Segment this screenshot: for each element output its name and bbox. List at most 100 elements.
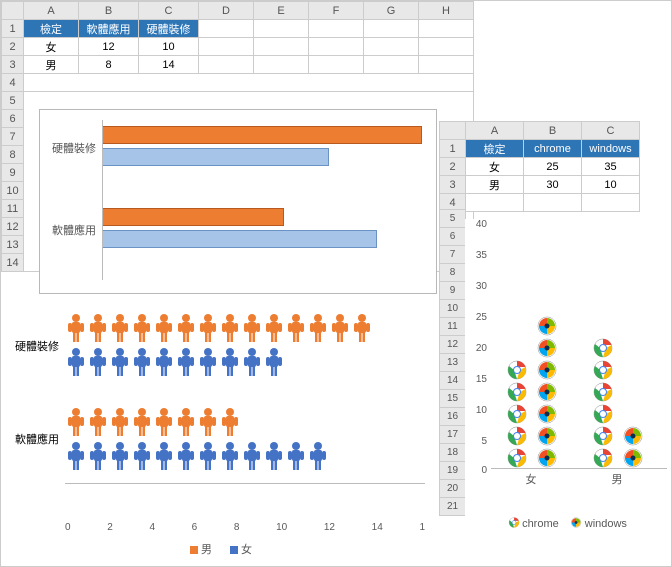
col-header[interactable]: A — [466, 122, 524, 140]
row-header[interactable]: 2 — [440, 158, 466, 176]
row-header[interactable]: 20 — [440, 480, 466, 498]
row-header[interactable]: 5 — [2, 92, 24, 110]
cell[interactable]: 10 — [139, 38, 199, 56]
cell[interactable] — [199, 38, 254, 56]
cell[interactable]: 10 — [582, 176, 640, 194]
row-header[interactable]: 6 — [2, 110, 24, 128]
cell[interactable]: 14 — [139, 56, 199, 74]
cell[interactable] — [309, 38, 364, 56]
row-header[interactable]: 7 — [2, 128, 24, 146]
cell[interactable]: 25 — [524, 158, 582, 176]
x-axis: 0 2 4 6 8 10 12 14 1 — [65, 522, 425, 533]
row-header[interactable]: 17 — [440, 426, 466, 444]
cell[interactable] — [199, 56, 254, 74]
bar-male — [102, 208, 284, 226]
cell[interactable] — [254, 20, 309, 38]
icon-column-chart[interactable]: 40 35 30 25 20 15 10 5 0 女 男 chrome wind… — [465, 219, 670, 539]
row-header[interactable]: 7 — [440, 246, 466, 264]
cell[interactable]: 女 — [24, 38, 79, 56]
tick: 20 — [476, 343, 487, 354]
pictogram-chart[interactable]: 硬體裝修 軟體應用 0 2 4 6 8 10 12 14 1 男 女 — [5, 303, 437, 563]
cell[interactable] — [199, 20, 254, 38]
cell[interactable]: 8 — [79, 56, 139, 74]
cell[interactable] — [582, 194, 640, 212]
row-header[interactable]: 1 — [2, 20, 24, 38]
bar-male — [102, 126, 422, 144]
col-header[interactable]: C — [582, 122, 640, 140]
col-header[interactable]: G — [364, 2, 419, 20]
row-header[interactable]: 13 — [440, 354, 466, 372]
cell[interactable]: 12 — [79, 38, 139, 56]
cell[interactable]: 男 — [466, 176, 524, 194]
col-header[interactable]: B — [524, 122, 582, 140]
row-header[interactable]: 12 — [440, 336, 466, 354]
col-header[interactable]: H — [419, 2, 474, 20]
cell[interactable]: 35 — [582, 158, 640, 176]
cell[interactable] — [524, 194, 582, 212]
cell[interactable] — [24, 74, 474, 92]
row-header[interactable]: 8 — [2, 146, 24, 164]
category-label: 硬體裝修 — [44, 140, 96, 156]
row-header[interactable]: 8 — [440, 264, 466, 282]
tick: 15 — [476, 374, 487, 385]
cell[interactable] — [364, 56, 419, 74]
row-header[interactable]: 16 — [440, 408, 466, 426]
cell[interactable] — [309, 56, 364, 74]
cell[interactable]: 30 — [524, 176, 582, 194]
cell[interactable] — [364, 38, 419, 56]
row-header[interactable]: 3 — [440, 176, 466, 194]
row-header[interactable]: 21 — [440, 498, 466, 516]
row-header[interactable]: 11 — [440, 318, 466, 336]
chrome-icon — [508, 517, 519, 531]
col-header[interactable]: F — [309, 2, 364, 20]
cell[interactable] — [364, 20, 419, 38]
cell[interactable]: 檢定 — [24, 20, 79, 38]
row-header[interactable]: 9 — [440, 282, 466, 300]
y-axis: 40 35 30 25 20 15 10 5 0 — [467, 219, 489, 469]
cell[interactable] — [419, 56, 474, 74]
row-header[interactable]: 5 — [440, 210, 466, 228]
row-header[interactable]: 9 — [2, 164, 24, 182]
legend: 男 女 — [190, 541, 252, 557]
row-header[interactable]: 12 — [2, 218, 24, 236]
cell[interactable] — [254, 38, 309, 56]
col-header[interactable]: C — [139, 2, 199, 20]
row-header[interactable]: 14 — [2, 254, 24, 272]
cell[interactable]: 硬體裝修 — [139, 20, 199, 38]
row-header[interactable]: 6 — [440, 228, 466, 246]
row-header[interactable]: 4 — [2, 74, 24, 92]
bar-chart[interactable]: 硬體裝修 軟體應用 — [39, 109, 437, 294]
row-header[interactable]: 2 — [2, 38, 24, 56]
row-header[interactable]: 18 — [440, 444, 466, 462]
col-header[interactable]: B — [79, 2, 139, 20]
cell[interactable] — [419, 20, 474, 38]
corner-cell — [440, 122, 466, 140]
col-header[interactable]: E — [254, 2, 309, 20]
cell[interactable]: 女 — [466, 158, 524, 176]
row-header[interactable]: 15 — [440, 390, 466, 408]
row-header[interactable]: 1 — [440, 140, 466, 158]
cell[interactable]: 男 — [24, 56, 79, 74]
tick: 6 — [192, 522, 198, 533]
tick: 2 — [107, 522, 113, 533]
cell[interactable]: 軟體應用 — [79, 20, 139, 38]
spreadsheet-2[interactable]: A B C 1 檢定 chrome windows 2 女 25 35 3 男 … — [439, 121, 640, 212]
pict-row-female — [65, 441, 329, 471]
row-header[interactable]: 10 — [2, 182, 24, 200]
row-header[interactable]: 13 — [2, 236, 24, 254]
cell[interactable]: chrome — [524, 140, 582, 158]
category-label: 硬體裝修 — [7, 338, 59, 354]
cell[interactable]: windows — [582, 140, 640, 158]
cell[interactable] — [254, 56, 309, 74]
cell[interactable] — [466, 194, 524, 212]
cell[interactable] — [309, 20, 364, 38]
row-header[interactable]: 11 — [2, 200, 24, 218]
cell[interactable]: 檢定 — [466, 140, 524, 158]
row-header[interactable]: 10 — [440, 300, 466, 318]
cell[interactable] — [419, 38, 474, 56]
row-header[interactable]: 3 — [2, 56, 24, 74]
row-header[interactable]: 14 — [440, 372, 466, 390]
col-header[interactable]: D — [199, 2, 254, 20]
row-header[interactable]: 19 — [440, 462, 466, 480]
col-header[interactable]: A — [24, 2, 79, 20]
